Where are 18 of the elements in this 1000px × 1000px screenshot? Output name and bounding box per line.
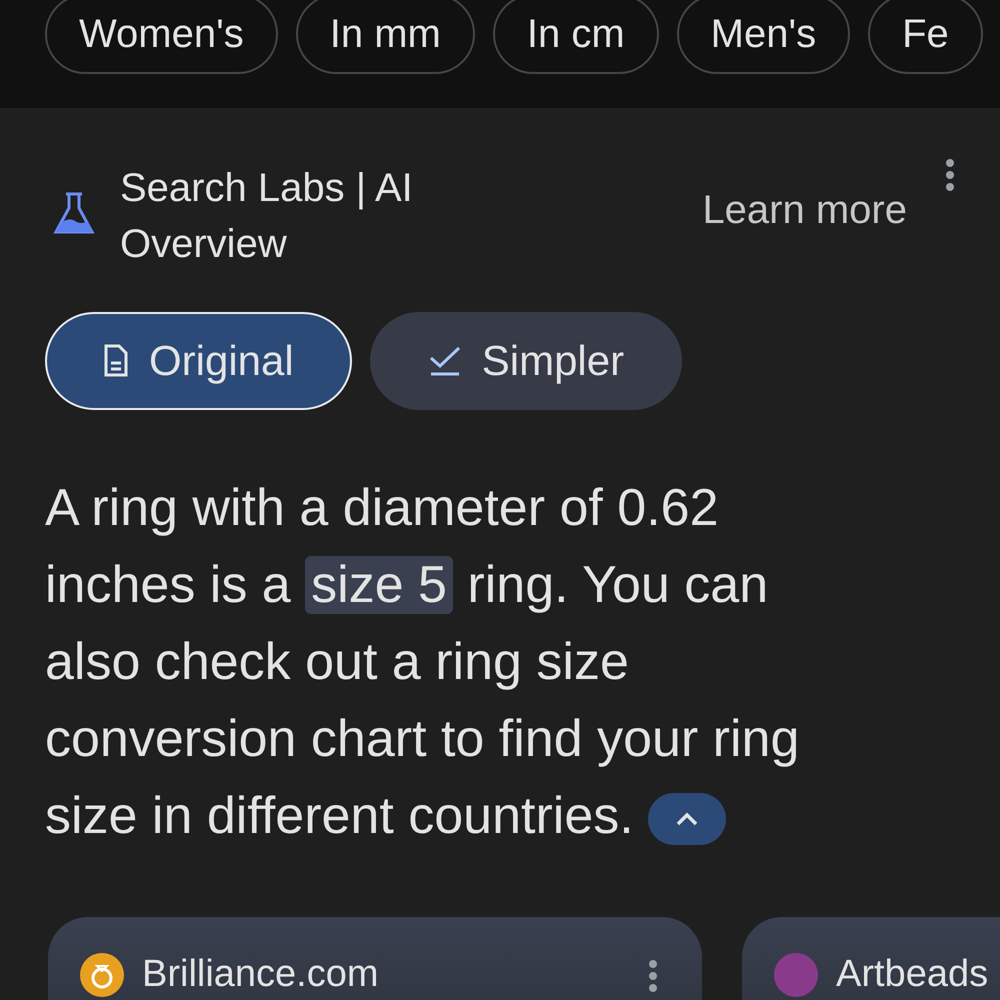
mode-tab[interactable]: Original xyxy=(45,312,352,410)
source-site: Brilliance.com xyxy=(142,953,379,996)
chevron-icon xyxy=(674,811,699,828)
mode-tab[interactable]: Simpler xyxy=(370,312,682,410)
document-icon xyxy=(103,344,129,378)
more-options-icon[interactable] xyxy=(648,959,658,993)
source-card[interactable]: Artbeads xyxy=(742,917,1000,1000)
filter-chip[interactable]: In mm xyxy=(296,0,475,74)
learn-more-link[interactable]: Learn more xyxy=(702,188,907,233)
overview-title: Search Labs | AI Overview xyxy=(120,165,414,268)
filter-chip[interactable]: Fe xyxy=(868,0,983,74)
check-icon xyxy=(428,346,462,376)
more-options-icon[interactable] xyxy=(945,158,955,192)
source-card[interactable]: Brilliance.com xyxy=(48,917,702,1000)
filter-chip[interactable]: Women's xyxy=(45,0,278,74)
filter-chip[interactable]: In cm xyxy=(492,0,659,74)
filter-chip[interactable]: Men's xyxy=(676,0,850,74)
source-site: Artbeads xyxy=(836,953,988,996)
